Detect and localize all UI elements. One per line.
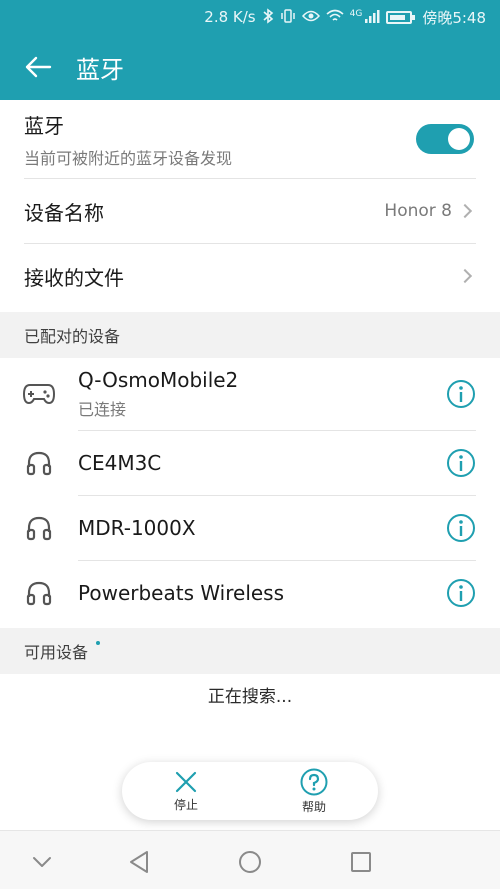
- gamepad-icon: [22, 377, 56, 411]
- system-nav-bar: [0, 830, 500, 889]
- triangle-back-icon: [130, 851, 148, 873]
- paired-device-row[interactable]: Q-OsmoMobile2 已连接: [0, 358, 500, 430]
- chevron-down-icon: [33, 857, 51, 867]
- status-bar: 2.8 K/s 4G 傍晚5:48: [0, 0, 500, 34]
- info-icon[interactable]: [446, 578, 476, 608]
- paired-device-row[interactable]: Powerbeats Wireless: [0, 561, 500, 625]
- bluetooth-toggle-row[interactable]: 蓝牙 当前可被附近的蓝牙设备发现: [0, 100, 500, 178]
- help-button[interactable]: 帮助: [250, 762, 378, 820]
- available-devices-header: 可用设备: [0, 628, 500, 674]
- battery-icon: [386, 10, 416, 24]
- help-label: 帮助: [301, 799, 326, 814]
- bluetooth-discoverable-text: 当前可被附近的蓝牙设备发现: [24, 148, 233, 168]
- bluetooth-icon: [262, 7, 274, 27]
- chevron-right-icon: [457, 268, 473, 284]
- back-button[interactable]: [0, 34, 76, 100]
- network-speed: 2.8 K/s: [204, 8, 256, 26]
- info-icon[interactable]: [446, 448, 476, 478]
- headphones-icon: [22, 511, 56, 545]
- paired-device-row[interactable]: MDR-1000X: [0, 496, 500, 560]
- received-files-label: 接收的文件: [24, 265, 124, 290]
- clock: 傍晚5:48: [422, 8, 486, 27]
- available-devices-label: 可用设备: [24, 643, 89, 662]
- info-icon[interactable]: [446, 513, 476, 543]
- searching-status: 正在搜索...: [207, 687, 293, 707]
- paired-device-row[interactable]: CE4M3C: [0, 431, 500, 495]
- device-name: Powerbeats Wireless: [78, 581, 285, 605]
- device-status: 已连接: [78, 400, 127, 419]
- device-name-label: 设备名称: [24, 200, 104, 225]
- nav-back-button[interactable]: [122, 845, 156, 879]
- nav-home-button[interactable]: [233, 845, 267, 879]
- square-recents-icon: [351, 852, 371, 872]
- app-bar: 蓝牙: [0, 34, 500, 100]
- chevron-right-icon: [457, 203, 473, 219]
- bluetooth-label: 蓝牙: [24, 113, 64, 138]
- wifi-icon: [326, 9, 344, 26]
- action-bar: 停止 帮助: [122, 762, 378, 820]
- circle-home-icon: [239, 851, 261, 873]
- vibrate-icon: [280, 8, 296, 27]
- received-files-row[interactable]: 接收的文件: [0, 244, 500, 308]
- device-name: Q-OsmoMobile2: [78, 368, 239, 392]
- device-name-value: Honor 8: [384, 201, 452, 221]
- headphones-icon: [22, 446, 56, 480]
- bluetooth-switch[interactable]: [416, 124, 474, 154]
- headphones-icon: [22, 576, 56, 610]
- page-title: 蓝牙: [76, 55, 124, 84]
- stop-button[interactable]: 停止: [122, 762, 250, 820]
- stop-label: 停止: [173, 797, 198, 812]
- nav-collapse-button[interactable]: [25, 845, 59, 879]
- device-name-row[interactable]: 设备名称 Honor 8: [0, 179, 500, 243]
- eye-icon: [301, 9, 320, 26]
- signal-icon: [364, 9, 380, 26]
- paired-devices-header: 已配对的设备: [0, 312, 500, 358]
- arrow-left-icon: [25, 56, 52, 78]
- info-icon[interactable]: [446, 379, 476, 409]
- close-icon: [175, 771, 197, 792]
- device-name: CE4M3C: [78, 451, 162, 475]
- help-icon: [300, 768, 328, 795]
- scanning-dot: [96, 641, 101, 645]
- device-name: MDR-1000X: [78, 516, 196, 540]
- nav-recents-button[interactable]: [344, 845, 378, 879]
- network-type-badge: 4G: [349, 9, 363, 19]
